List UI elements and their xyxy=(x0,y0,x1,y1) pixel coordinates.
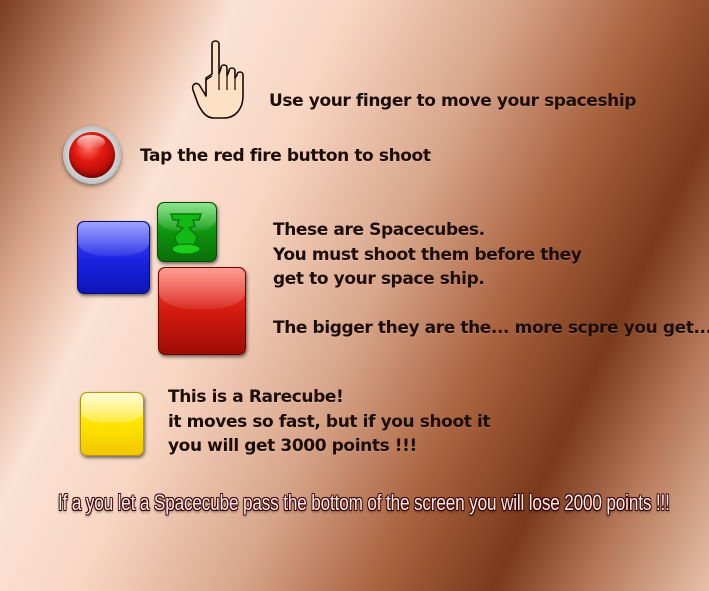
red-cube-icon xyxy=(158,267,246,355)
points-penalty-warning: If a you let a Spacecube pass the bottom… xyxy=(58,490,670,515)
rarecube-line-2: it moves so fast, but if you shoot it xyxy=(168,411,491,432)
spacecubes-line-2: You must shoot them before they xyxy=(273,244,582,265)
instructions-screen: { "instructions": { "finger": { "text": … xyxy=(0,0,709,591)
rarecube-line-3: you will get 3000 points !!! xyxy=(168,436,417,456)
rarecube-line-1: This is a Rarecube! xyxy=(168,387,344,407)
alien-sprite-icon xyxy=(169,213,203,255)
yellow-cube-icon xyxy=(80,392,144,456)
spacecubes-line-3: get to your space ship. xyxy=(273,269,485,289)
spacecubes-line-1: These are Spacecubes. xyxy=(273,220,485,240)
spacecubes-line-5: The bigger they are the... more scpre yo… xyxy=(273,318,709,338)
red-fire-button-icon xyxy=(63,126,121,184)
finger-instruction: Use your finger to move your spaceship xyxy=(269,91,637,111)
blue-cube-icon xyxy=(77,221,150,294)
pointing-hand-icon xyxy=(191,40,244,119)
fire-instruction: Tap the red fire button to shoot xyxy=(140,146,431,166)
